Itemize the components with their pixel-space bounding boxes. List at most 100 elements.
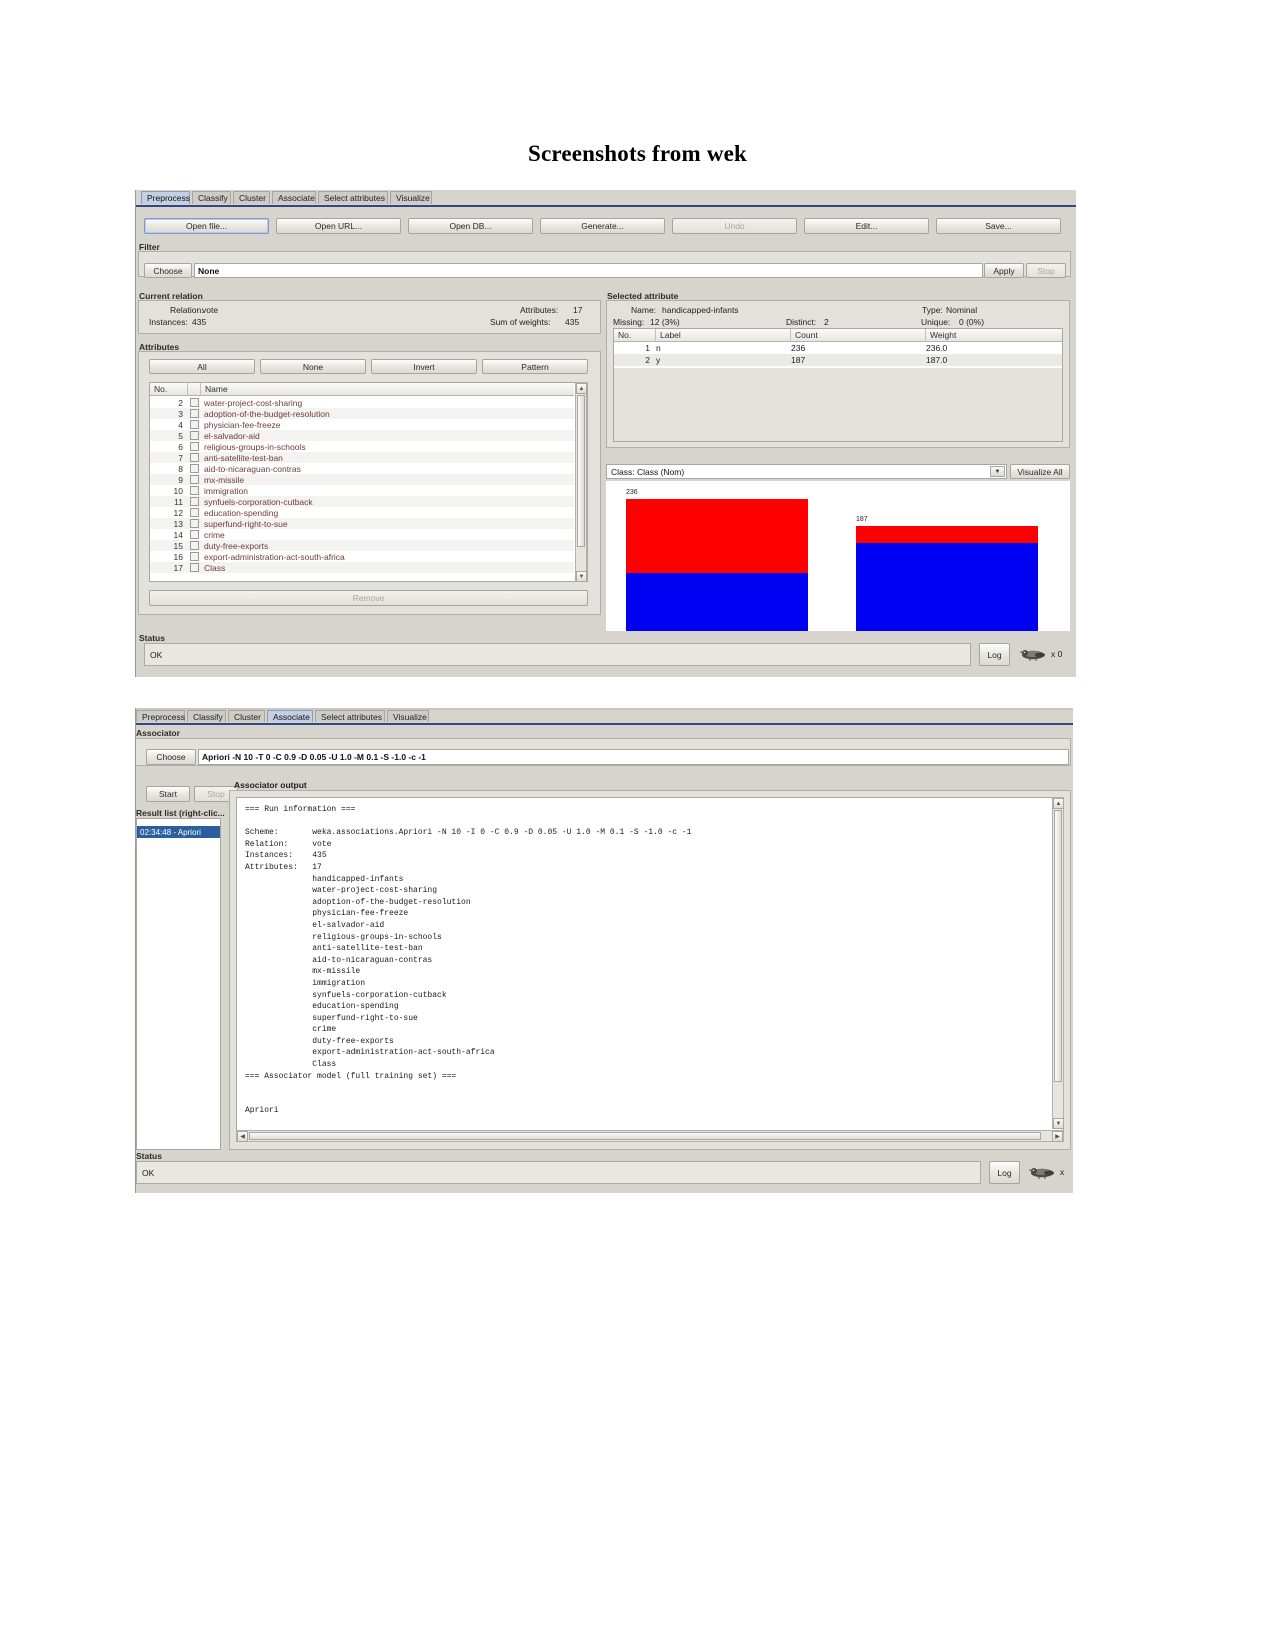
filter-stop-label: Stop xyxy=(1037,265,1055,276)
sel-header-label: Label xyxy=(656,328,791,342)
assoc-tab-cluster[interactable]: Cluster xyxy=(228,710,265,722)
save-button[interactable]: Save... xyxy=(936,218,1061,234)
assoc-tab-visualize[interactable]: Visualize xyxy=(387,710,429,722)
attributes-table-row[interactable]: 9 mx-missile xyxy=(150,474,574,485)
result-list-legend: Result list (right-clic... xyxy=(136,808,225,818)
attributes-scroll-thumb[interactable] xyxy=(577,395,585,547)
attributes-table-row[interactable]: 11 synfuels-corporation-cutback xyxy=(150,496,574,507)
attribute-row-checkbox[interactable] xyxy=(188,519,201,528)
assoc-tab-classify[interactable]: Classify xyxy=(187,710,226,722)
filter-stop-button[interactable]: Stop xyxy=(1026,263,1066,278)
attributes-table-row[interactable]: 10 immigration xyxy=(150,485,574,496)
attribute-row-checkbox[interactable] xyxy=(188,398,201,407)
attribute-row-checkbox[interactable] xyxy=(188,552,201,561)
attribute-row-checkbox[interactable] xyxy=(188,541,201,550)
attributes-none-button[interactable]: None xyxy=(260,359,366,374)
output-vertical-scrollbar[interactable]: ▲ ▼ xyxy=(1052,797,1064,1129)
output-scroll-left-icon[interactable]: ◀ xyxy=(237,1131,248,1142)
attribute-row-checkbox[interactable] xyxy=(188,508,201,517)
output-horizontal-scrollbar[interactable]: ◀ ▶ xyxy=(236,1130,1064,1142)
attributes-table-row[interactable]: 13 superfund-right-to-sue xyxy=(150,518,574,529)
attribute-row-name: adoption-of-the-budget-resolution xyxy=(204,408,330,419)
attributes-table-row[interactable]: 6 religious-groups-in-schools xyxy=(150,441,574,452)
attributes-table-row[interactable]: 8 aid-to-nicaraguan-contras xyxy=(150,463,574,474)
attributes-remove-button[interactable]: Remove xyxy=(149,590,588,606)
open-db-button[interactable]: Open DB... xyxy=(408,218,533,234)
open-file-button[interactable]: Open file... xyxy=(144,218,269,234)
output-scroll-down-icon[interactable]: ▼ xyxy=(1053,1118,1064,1129)
tab-cluster[interactable]: Cluster xyxy=(233,191,270,204)
selected-attribute-table-row[interactable]: 1 n 236 236.0 xyxy=(614,342,1062,354)
attribute-row-checkbox[interactable] xyxy=(188,475,201,484)
filter-apply-button[interactable]: Apply xyxy=(984,263,1024,278)
visualize-all-button[interactable]: Visualize All xyxy=(1010,464,1070,479)
attribute-histogram[interactable]: 236 187 xyxy=(606,481,1070,631)
class-selector-combo[interactable]: Class: Class (Nom) ▼ xyxy=(606,464,1007,479)
attributes-invert-button[interactable]: Invert xyxy=(371,359,477,374)
associator-output-text[interactable]: === Run information === Scheme: weka.ass… xyxy=(237,798,1052,1130)
tab-preprocess[interactable]: Preprocess xyxy=(141,191,190,204)
attribute-row-checkbox[interactable] xyxy=(188,442,201,451)
attributes-table-row[interactable]: 7 anti-satellite-test-ban xyxy=(150,452,574,463)
result-list-item-0[interactable]: 02:34:48 - Apriori xyxy=(137,826,220,838)
attributes-table-row[interactable]: 12 education-spending xyxy=(150,507,574,518)
output-scroll-up-icon[interactable]: ▲ xyxy=(1053,798,1064,809)
attribute-row-checkbox[interactable] xyxy=(188,486,201,495)
attribute-row-checkbox[interactable] xyxy=(188,453,201,462)
attributes-scroll-up-icon[interactable]: ▲ xyxy=(576,383,587,394)
associator-choose-button[interactable]: Choose xyxy=(146,749,196,765)
attributes-list-scrollbar[interactable]: ▲ ▼ xyxy=(575,382,587,582)
start-button[interactable]: Start xyxy=(146,786,190,802)
attributes-all-button[interactable]: All xyxy=(149,359,255,374)
attribute-row-checkbox[interactable] xyxy=(188,420,201,429)
assoc-tab-preprocess[interactable]: Preprocess xyxy=(136,710,185,722)
chevron-down-icon[interactable]: ▼ xyxy=(990,466,1005,477)
assoc-weka-bird-status[interactable]: x xyxy=(1029,1163,1064,1181)
attribute-row-number: 16 xyxy=(173,551,183,562)
histogram-bar-1[interactable] xyxy=(856,526,1038,631)
tab-select-attributes[interactable]: Select attributes xyxy=(318,191,388,204)
histogram-bar-0[interactable] xyxy=(626,499,808,631)
attributes-table-row[interactable]: 5 el-salvador-aid xyxy=(150,430,574,441)
output-scroll-right-icon[interactable]: ▶ xyxy=(1052,1131,1063,1142)
attributes-table-row[interactable]: 2 water-project-cost-sharing xyxy=(150,397,574,408)
generate-button[interactable]: Generate... xyxy=(540,218,665,234)
output-scroll-thumb[interactable] xyxy=(1054,810,1062,1082)
attributes-scroll-down-icon[interactable]: ▼ xyxy=(576,571,587,582)
tab-classify[interactable]: Classify xyxy=(192,191,231,204)
assoc-tab-associate[interactable]: Associate xyxy=(267,710,313,722)
edit-button[interactable]: Edit... xyxy=(804,218,929,234)
tab-associate[interactable]: Associate xyxy=(272,191,316,204)
attributes-table-row[interactable]: 15 duty-free-exports xyxy=(150,540,574,551)
assoc-log-button[interactable]: Log xyxy=(989,1161,1020,1184)
weka-bird-status[interactable]: x 0 xyxy=(1020,645,1062,663)
attribute-row-checkbox[interactable] xyxy=(188,464,201,473)
selected-attribute-table-row[interactable]: 2 y 187 187.0 xyxy=(614,354,1062,366)
undo-button[interactable]: Undo xyxy=(672,218,797,234)
attribute-row-checkbox[interactable] xyxy=(188,530,201,539)
output-hscroll-thumb[interactable] xyxy=(249,1132,1041,1140)
open-url-button[interactable]: Open URL... xyxy=(276,218,401,234)
attributes-table-row[interactable]: 4 physician-fee-freeze xyxy=(150,419,574,430)
selected-attribute-row-list[interactable]: 1 n 236 236.0 2 y 187 187.0 xyxy=(614,342,1062,368)
attributes-table-row[interactable]: 17 Class xyxy=(150,562,574,573)
attribute-row-checkbox[interactable] xyxy=(188,409,201,418)
attributes-table-row[interactable]: 16 export-administration-act-south-africa xyxy=(150,551,574,562)
associator-value-field[interactable]: Apriori -N 10 -T 0 -C 0.9 -D 0.05 -U 1.0… xyxy=(198,749,1069,765)
attributes-pattern-button[interactable]: Pattern xyxy=(482,359,588,374)
tab-visualize[interactable]: Visualize xyxy=(390,191,432,204)
attribute-row-checkbox[interactable] xyxy=(188,431,201,440)
filter-choose-button[interactable]: Choose xyxy=(144,263,192,278)
assoc-tab-visualize-label: Visualize xyxy=(393,712,427,722)
attribute-row-checkbox[interactable] xyxy=(188,563,201,572)
attributes-table-row[interactable]: 3 adoption-of-the-budget-resolution xyxy=(150,408,574,419)
attribute-row-checkbox[interactable] xyxy=(188,497,201,506)
result-list-panel[interactable] xyxy=(136,818,221,1150)
filter-value-field[interactable]: None xyxy=(194,263,983,278)
edit-label: Edit... xyxy=(855,221,878,231)
attributes-row-list[interactable]: 2 water-project-cost-sharing 3 adoption-of-… xyxy=(150,397,574,581)
attributes-table-row[interactable]: 14 crime xyxy=(150,529,574,540)
attribute-row-name: physician-fee-freeze xyxy=(204,419,281,430)
log-button[interactable]: Log xyxy=(979,643,1010,666)
assoc-tab-select-attributes[interactable]: Select attributes xyxy=(315,710,385,722)
